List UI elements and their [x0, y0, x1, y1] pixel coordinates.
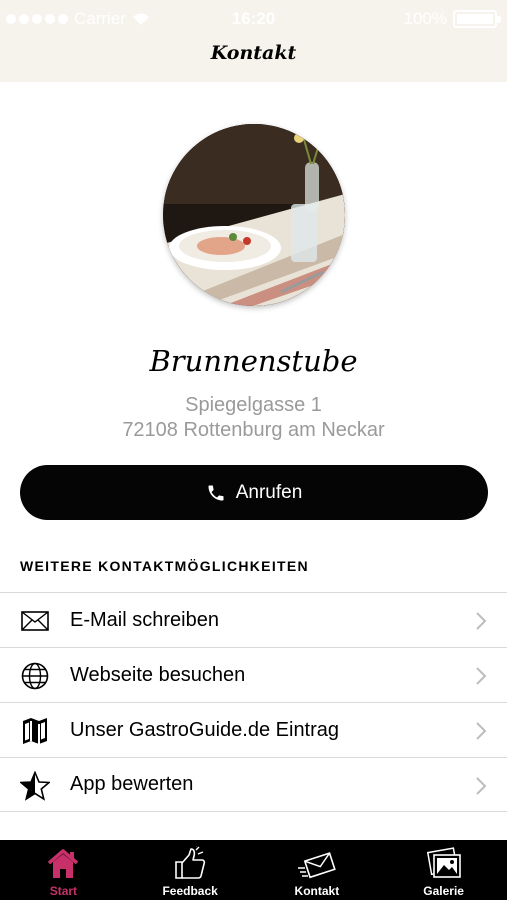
envelope-icon — [20, 606, 50, 636]
phone-icon — [208, 485, 224, 500]
call-button-label: Anrufen — [235, 481, 303, 503]
tab-kontakt[interactable]: Kontakt — [254, 840, 381, 900]
list-item-label: Webseite besuchen — [70, 663, 246, 686]
battery-icon — [453, 10, 501, 28]
envelope-icon — [297, 852, 336, 879]
battery-percent: 100% — [403, 9, 447, 28]
address-city: 72108 Rottenburg am Neckar — [122, 419, 385, 441]
photos-icon — [426, 847, 461, 878]
tab-label: Galerie — [423, 884, 464, 898]
chevron-right-icon — [476, 777, 487, 795]
map-icon — [20, 716, 50, 746]
page-title: Kontakt — [210, 42, 297, 64]
restaurant-photo — [163, 124, 345, 306]
navigation-bar: Kontakt — [0, 38, 507, 82]
call-button[interactable]: Anrufen — [20, 465, 488, 520]
chevron-right-icon — [476, 667, 487, 685]
tab-label: Kontakt — [294, 884, 340, 898]
tab-feedback[interactable]: Feedback — [127, 840, 254, 900]
star-icon — [20, 771, 50, 801]
home-icon — [48, 849, 79, 878]
list-item-rate-app[interactable]: App bewerten — [0, 757, 507, 812]
chevron-right-icon — [476, 612, 487, 630]
chevron-right-icon — [476, 722, 487, 740]
tab-label: Start — [49, 884, 78, 898]
tab-galerie[interactable]: Galerie — [380, 840, 507, 900]
list-item-website[interactable]: Webseite besuchen — [0, 647, 507, 702]
section-title: WEITERE KONTAKTMÖGLICHKEITEN — [20, 558, 309, 574]
battery-status: 100% — [403, 9, 501, 29]
globe-icon — [20, 661, 50, 691]
status-bar: Carrier 16:20 100% — [0, 0, 507, 38]
list-item-gastroguide[interactable]: Unser GastroGuide.de Eintrag — [0, 702, 507, 757]
list-item-label: Unser GastroGuide.de Eintrag — [70, 718, 340, 741]
restaurant-name: Brunnenstube — [149, 344, 358, 378]
contact-options-list: E-Mail schreiben Webseite besuchen Unser… — [0, 592, 507, 812]
list-item-label: App bewerten — [70, 773, 194, 795]
restaurant-address: Spiegelgasse 1 72108 Rottenburg am Necka… — [0, 393, 507, 443]
tab-bar: Start Feedback Kontakt Galerie — [0, 840, 507, 900]
thumbs-up-icon — [175, 846, 206, 879]
address-street: Spiegelgasse 1 — [185, 394, 322, 416]
tab-start[interactable]: Start — [0, 840, 127, 900]
list-item-label: E-Mail schreiben — [70, 608, 219, 631]
tab-label: Feedback — [162, 884, 218, 898]
list-item-email[interactable]: E-Mail schreiben — [0, 592, 507, 647]
